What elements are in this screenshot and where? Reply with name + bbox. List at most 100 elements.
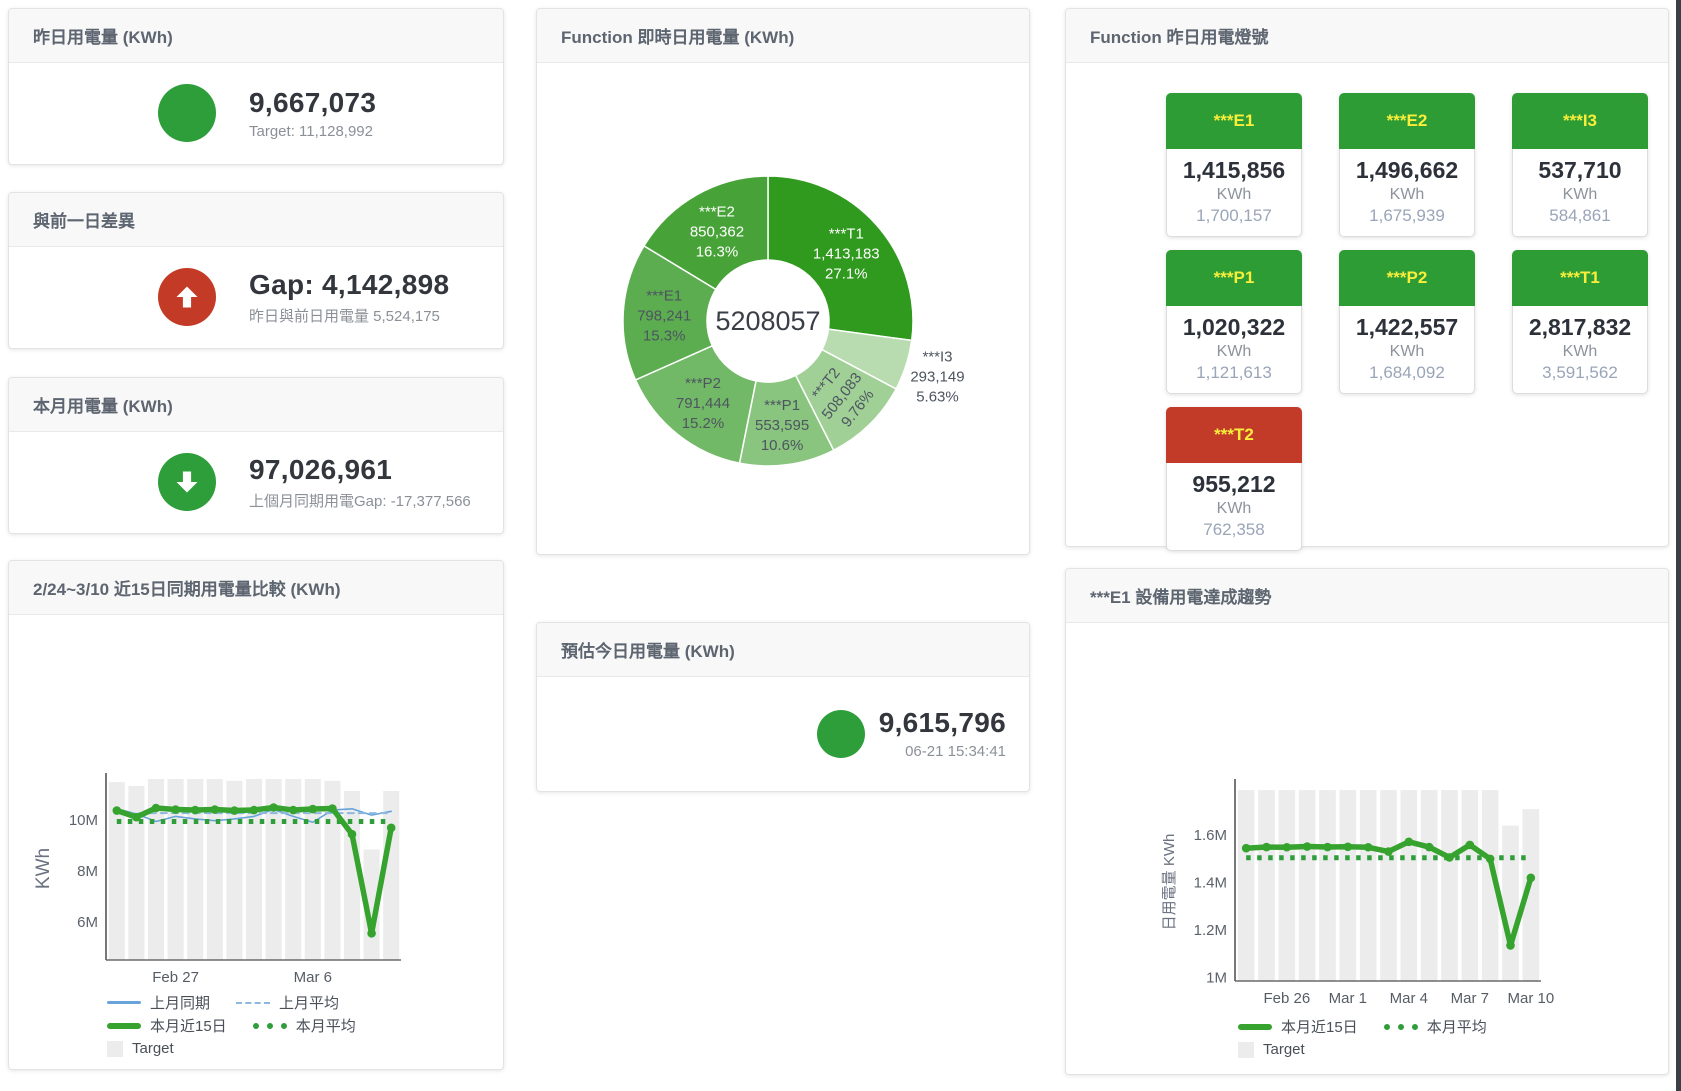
- series-marker: [1506, 941, 1515, 950]
- legend-row: 本月近15日 本月平均: [107, 1014, 356, 1037]
- legend-row: 本月近15日 本月平均: [1238, 1015, 1487, 1038]
- tile-unit: KWh: [1513, 186, 1647, 204]
- device-tile-P1: ***P11,020,322KWh1,121,613: [1166, 250, 1302, 394]
- target-bar: [1421, 790, 1438, 981]
- tile-target-value: 584,861: [1513, 206, 1647, 226]
- tile-device-name: ***E2: [1339, 93, 1475, 149]
- series-marker: [1344, 842, 1353, 851]
- panel-title: 與前一日差異: [33, 207, 135, 232]
- target-bar: [1400, 790, 1417, 981]
- panel-gap-previous-day: 與前一日差異 Gap: 4,142,898 昨日與前日用電量 5,524,175: [8, 192, 504, 349]
- series-marker: [309, 805, 318, 814]
- tile-target-value: 1,675,939: [1340, 206, 1474, 226]
- stat-row: 9,667,073 Target: 11,128,992: [9, 63, 503, 163]
- x-axis-tick: Mar 10: [1507, 990, 1554, 1007]
- legend-item[interactable]: 本月平均: [1384, 1016, 1487, 1037]
- tile-unit: KWh: [1167, 500, 1301, 518]
- target-bar: [1319, 790, 1336, 981]
- legend-item[interactable]: Target: [107, 1040, 174, 1057]
- stat-row: 97,026,961 上個月同期用電Gap: -17,377,566: [9, 432, 503, 532]
- target-bar: [1258, 790, 1275, 981]
- tile-usage-value: 2,817,832: [1513, 314, 1647, 341]
- tile-target-value: 762,358: [1167, 520, 1301, 540]
- legend-item[interactable]: Target: [1238, 1041, 1305, 1058]
- tile-target-value: 1,121,613: [1167, 363, 1301, 383]
- yesterday-usage-value: 9,667,073: [249, 87, 376, 119]
- legend-swatch-icon: [1238, 1024, 1272, 1030]
- estimate-timestamp: 06-21 15:34:41: [879, 743, 1006, 760]
- target-bar: [1502, 826, 1519, 981]
- legend-swatch-icon: [1384, 1024, 1418, 1030]
- tile-body: 1,496,662KWh1,675,939: [1339, 149, 1475, 237]
- tile-device-name: ***I3: [1512, 93, 1648, 149]
- series-marker: [113, 806, 122, 815]
- legend-item[interactable]: 本月近15日: [1238, 1016, 1358, 1037]
- legend-label: 上月同期: [150, 992, 210, 1013]
- panel-title: Function 即時日用電量 (KWh): [561, 23, 794, 48]
- panel-title: 昨日用電量 (KWh): [33, 23, 173, 48]
- series-marker: [1405, 838, 1414, 847]
- e1-trend-chart: 1M1.2M1.4M1.6MFeb 26Mar 1Mar 4Mar 7Mar 1…: [1066, 623, 1668, 1023]
- panel-title: Function 昨日用電燈號: [1090, 23, 1268, 48]
- e1-trend-legend: 本月近15日 本月平均 Target: [1238, 1015, 1487, 1061]
- panel-header: ***E1 設備用電達成趨勢: [1066, 569, 1668, 623]
- tile-unit: KWh: [1513, 343, 1647, 361]
- tile-device-name: ***T2: [1166, 407, 1302, 463]
- device-tile-T2: ***T2955,212KWh762,358: [1166, 407, 1302, 551]
- series-marker: [1364, 843, 1373, 852]
- y-axis-tick: 1.4M: [1194, 875, 1227, 892]
- realtime-donut-chart: ***T11,413,18327.1%***I3293,1495.63%***T…: [537, 69, 1029, 549]
- legend-item[interactable]: 上月同期: [107, 992, 210, 1013]
- y-axis-tick: 6M: [77, 914, 98, 931]
- panel-header: 與前一日差異: [9, 193, 503, 247]
- series-marker: [348, 830, 357, 839]
- legend-swatch-icon: [107, 1023, 141, 1029]
- stat-text: 9,667,073 Target: 11,128,992: [249, 87, 376, 140]
- target-bar: [1339, 790, 1356, 981]
- target-bar: [383, 791, 399, 960]
- series-marker: [1486, 855, 1495, 864]
- x-axis-tick: Mar 6: [294, 969, 332, 986]
- tile-unit: KWh: [1167, 186, 1301, 204]
- y-axis-tick: 10M: [69, 812, 98, 829]
- stat-text: 97,026,961 上個月同期用電Gap: -17,377,566: [249, 454, 471, 511]
- legend-item[interactable]: 上月平均: [236, 992, 339, 1013]
- legend-label: 上月平均: [279, 992, 339, 1013]
- panel-title: 本月用電量 (KWh): [33, 392, 173, 417]
- legend-row: 上月同期 上月平均: [107, 991, 356, 1014]
- stat-text: Gap: 4,142,898 昨日與前日用電量 5,524,175: [249, 269, 449, 326]
- panel-header: 預估今日用電量 (KWh): [537, 623, 1029, 677]
- tile-body: 1,415,856 KWh 1,700,157: [1166, 149, 1302, 237]
- legend-item[interactable]: 本月近15日: [107, 1015, 227, 1036]
- panel-header: Function 即時日用電量 (KWh): [537, 9, 1029, 63]
- panel-yesterday-usage: 昨日用電量 (KWh) 9,667,073 Target: 11,128,992: [8, 8, 504, 165]
- panel-estimate-today: 預估今日用電量 (KWh) 9,615,796 06-21 15:34:41: [536, 622, 1030, 792]
- legend-row: Target: [107, 1037, 356, 1060]
- tile-device-name: ***P2: [1339, 250, 1475, 306]
- status-circle-icon: [158, 84, 216, 142]
- panel-title: 預估今日用電量 (KWh): [561, 637, 735, 662]
- legend-item[interactable]: 本月平均: [253, 1015, 356, 1036]
- panel-e1-trend-chart: ***E1 設備用電達成趨勢 1M1.2M1.4M1.6MFeb 26Mar 1…: [1065, 568, 1669, 1075]
- tile-target-value: 1,700,157: [1167, 206, 1301, 226]
- x-axis-tick: Mar 1: [1329, 990, 1367, 1007]
- tile-unit: KWh: [1340, 186, 1474, 204]
- x-axis-tick: Feb 27: [152, 969, 199, 986]
- y-axis-title: KWh: [33, 848, 54, 889]
- stat-row: 9,615,796 06-21 15:34:41: [537, 677, 1029, 790]
- target-bar: [1360, 790, 1377, 981]
- series-marker: [1262, 843, 1271, 852]
- tile-unit: KWh: [1167, 343, 1301, 361]
- donut-slice-label: ***I3293,1495.63%: [910, 348, 964, 405]
- legend-swatch-icon: [1238, 1042, 1254, 1058]
- legend-label: 本月平均: [1427, 1016, 1487, 1037]
- month-usage-gap: 上個月同期用電Gap: -17,377,566: [249, 490, 471, 511]
- panel-header: 2/24~3/10 近15日同期用電量比較 (KWh): [9, 561, 503, 615]
- status-circle-icon: [817, 710, 865, 758]
- tile-usage-value: 1,415,856: [1167, 157, 1301, 184]
- y-axis-tick: 1M: [1206, 969, 1227, 986]
- arrow-down-circle-icon: [158, 453, 216, 511]
- device-tile-E1: ***E11,415,856KWh1,700,157: [1166, 93, 1302, 237]
- legend-label: 本月近15日: [150, 1015, 227, 1036]
- series-marker: [250, 806, 259, 815]
